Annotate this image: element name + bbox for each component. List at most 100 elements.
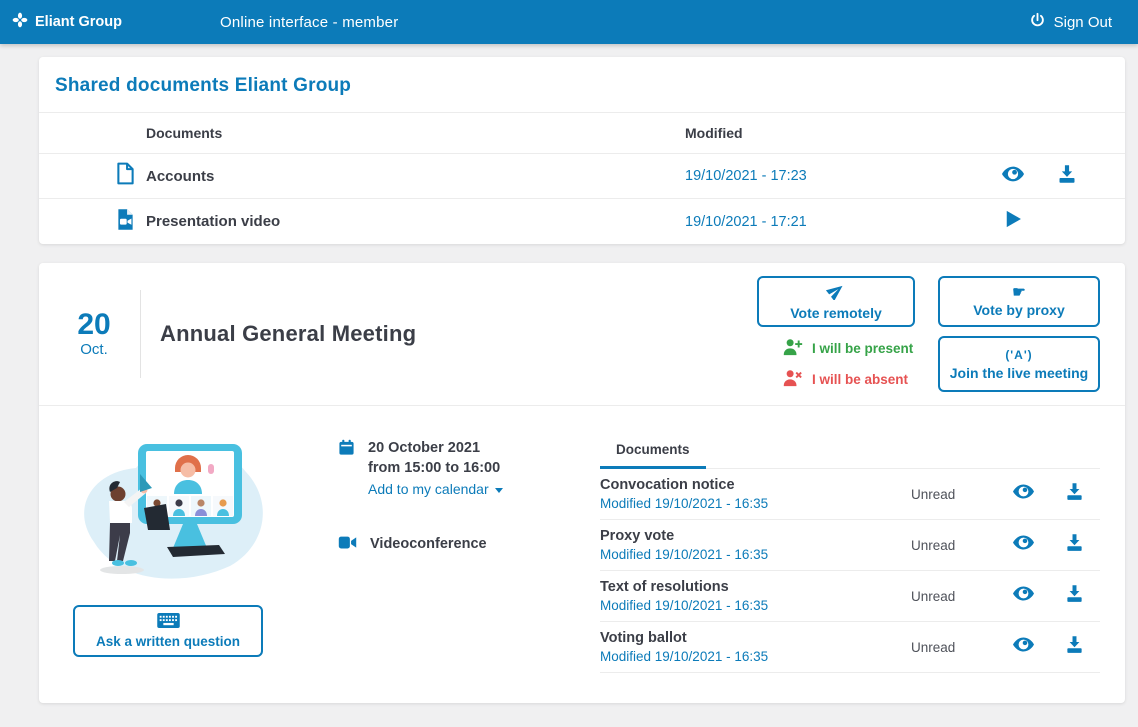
meeting-day: 20 (67, 310, 121, 340)
vertical-divider (140, 290, 141, 378)
meeting-card-header: 20 Oct. Annual General Meeting Vote remo… (39, 263, 1125, 406)
video-camera-icon (338, 534, 357, 555)
live-broadcast-icon: ('A') (1005, 347, 1032, 363)
meeting-document-modified: Modified 19/10/2021 - 16:35 (600, 547, 911, 562)
download-icon (1065, 584, 1084, 608)
vote-remotely-label: Vote remotely (790, 305, 882, 321)
table-row: Accounts 19/10/2021 - 17:23 (39, 154, 1125, 199)
join-live-meeting-button[interactable]: ('A') Join the live meeting (938, 336, 1100, 392)
play-video-button[interactable] (988, 199, 1038, 244)
download-document-button[interactable] (1048, 469, 1100, 519)
meeting-time-text: from 15:00 to 16:00 (368, 458, 503, 478)
ask-written-question-button[interactable]: Ask a written question (73, 605, 263, 657)
download-document-button[interactable] (1048, 520, 1100, 570)
meeting-left-column: Ask a written question (64, 430, 307, 673)
eye-icon (1002, 166, 1024, 187)
page-title: Online interface - member (220, 14, 398, 31)
view-document-button[interactable] (999, 520, 1048, 570)
present-label: I will be present (812, 341, 913, 356)
videoconference-detail: Videoconference (338, 534, 600, 555)
meeting-date-badge: 20 Oct. (67, 310, 121, 358)
top-navigation-bar: Eliant Group Online interface - member S… (0, 0, 1138, 44)
meeting-document-name: Proxy vote (600, 528, 911, 544)
meeting-title: Annual General Meeting (160, 321, 416, 347)
documents-tab-bar: Documents (600, 430, 1100, 469)
meeting-actions: Vote remotely ☛ Vote by proxy I will be … (757, 276, 1100, 392)
view-document-button[interactable] (999, 622, 1048, 672)
shared-documents-header-row: Documents Modified (39, 113, 1125, 154)
eye-icon (1013, 637, 1034, 657)
meeting-date-text: 20 October 2021 (368, 438, 503, 458)
i-will-be-present-option[interactable]: I will be present (782, 338, 915, 360)
view-document-button[interactable] (999, 469, 1048, 519)
status-badge: Unread (911, 487, 999, 502)
keyboard-icon (157, 613, 180, 631)
videoconference-illustration (62, 430, 307, 591)
status-badge: Unread (911, 640, 999, 655)
eye-icon (1013, 535, 1034, 555)
meeting-document-modified: Modified 19/10/2021 - 16:35 (600, 598, 911, 613)
tab-documents[interactable]: Documents (600, 430, 706, 469)
person-x-icon (782, 369, 803, 391)
brand-logo-link[interactable]: Eliant Group (12, 12, 122, 32)
meeting-document-name: Text of resolutions (600, 579, 911, 595)
meeting-month: Oct. (67, 341, 121, 358)
meeting-documents-panel: Documents Convocation notice Modified 19… (600, 430, 1100, 673)
sign-out-button[interactable]: Sign Out (1029, 12, 1112, 33)
download-document-button[interactable] (1038, 154, 1095, 198)
list-item: Text of resolutions Modified 19/10/2021 … (600, 571, 1100, 622)
view-document-button[interactable] (999, 571, 1048, 621)
vote-remotely-button[interactable]: Vote remotely (757, 276, 915, 327)
absent-label: I will be absent (812, 372, 908, 387)
join-live-label: Join the live meeting (950, 365, 1088, 381)
meeting-mode-label: Videoconference (370, 534, 487, 555)
paper-plane-icon (826, 282, 846, 303)
list-item: Convocation notice Modified 19/10/2021 -… (600, 469, 1100, 520)
meeting-document-name: Convocation notice (600, 477, 911, 493)
document-name: Presentation video (146, 213, 685, 230)
power-icon (1029, 12, 1046, 33)
download-icon (1065, 635, 1084, 659)
download-icon (1065, 482, 1084, 506)
download-document-button[interactable] (1048, 571, 1100, 621)
clover-logo-icon (12, 12, 28, 32)
download-icon (1065, 533, 1084, 557)
list-item: Voting ballot Modified 19/10/2021 - 16:3… (600, 622, 1100, 673)
i-will-be-absent-option[interactable]: I will be absent (782, 369, 915, 391)
table-row: Presentation video 19/10/2021 - 17:21 (39, 199, 1125, 244)
pointing-hand-icon: ☛ (1012, 286, 1025, 300)
rsvp-options: I will be present I will be absent (757, 336, 915, 392)
add-to-calendar-link[interactable]: Add to my calendar (368, 481, 503, 497)
meeting-document-name: Voting ballot (600, 630, 911, 646)
status-badge: Unread (911, 589, 999, 604)
meeting-details-column: 20 October 2021 from 15:00 to 16:00 Add … (307, 430, 600, 673)
meeting-document-modified: Modified 19/10/2021 - 16:35 (600, 649, 911, 664)
shared-documents-card: Shared documents Eliant Group Documents … (39, 57, 1125, 244)
column-header-documents: Documents (146, 125, 685, 141)
status-badge: Unread (911, 538, 999, 553)
vote-by-proxy-button[interactable]: ☛ Vote by proxy (938, 276, 1100, 327)
document-modified-date: 19/10/2021 - 17:23 (685, 168, 988, 184)
add-to-calendar-label: Add to my calendar (368, 481, 489, 497)
calendar-icon (338, 438, 355, 497)
column-header-modified: Modified (685, 125, 988, 141)
meeting-card: 20 Oct. Annual General Meeting Vote remo… (39, 263, 1125, 703)
meeting-document-modified: Modified 19/10/2021 - 16:35 (600, 496, 911, 511)
sign-out-label: Sign Out (1054, 14, 1112, 31)
eye-icon (1013, 484, 1034, 504)
download-document-button[interactable] (1048, 622, 1100, 672)
vote-by-proxy-label: Vote by proxy (973, 302, 1065, 318)
meeting-card-body: Ask a written question 20 October 2021 f… (39, 406, 1125, 673)
play-icon (1003, 209, 1023, 234)
eye-icon (1013, 586, 1034, 606)
ask-question-label: Ask a written question (96, 634, 240, 649)
download-icon (1057, 164, 1077, 189)
date-time-detail: 20 October 2021 from 15:00 to 16:00 Add … (338, 438, 600, 497)
document-name: Accounts (146, 168, 685, 185)
brand-name: Eliant Group (35, 14, 122, 30)
file-document-icon (116, 162, 135, 190)
shared-documents-title: Shared documents Eliant Group (39, 57, 1125, 113)
person-plus-icon (782, 338, 803, 360)
chevron-down-icon (495, 488, 503, 493)
view-document-button[interactable] (988, 154, 1038, 198)
